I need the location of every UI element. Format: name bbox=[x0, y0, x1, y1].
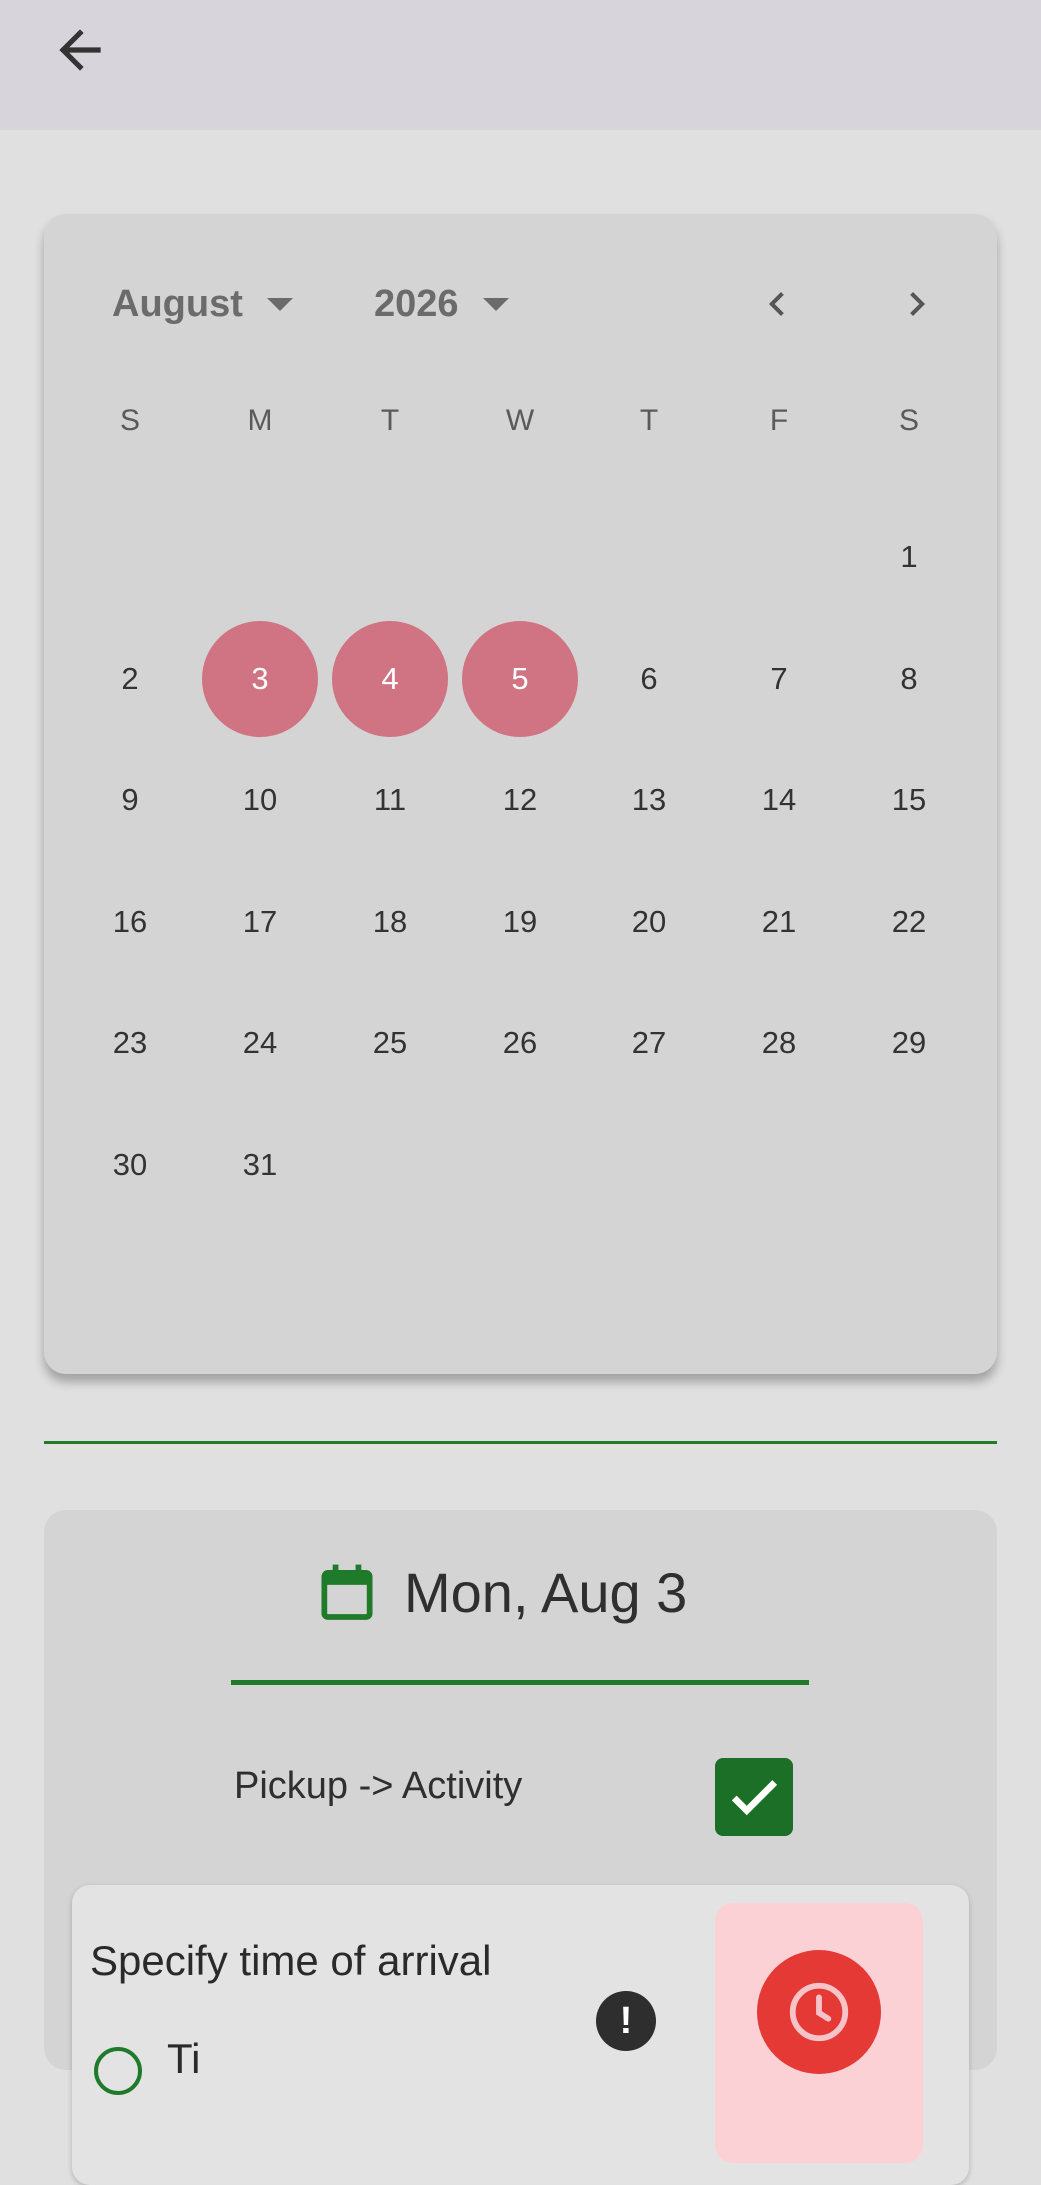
day-cell[interactable]: 20 bbox=[591, 864, 707, 980]
weekday-label: W bbox=[505, 404, 535, 437]
arrival-title: Specify time of arrival bbox=[90, 1937, 492, 1984]
day-cell[interactable]: 29 bbox=[851, 985, 967, 1101]
day-cell[interactable]: 6 bbox=[591, 621, 707, 737]
day-cell[interactable]: 3 bbox=[202, 620, 318, 737]
day-cell[interactable]: 21 bbox=[721, 864, 837, 980]
day-cell[interactable]: 10 bbox=[202, 742, 318, 858]
clock-icon bbox=[789, 1982, 849, 2042]
day-cell[interactable]: 19 bbox=[462, 864, 578, 980]
day-cell[interactable]: 26 bbox=[462, 985, 578, 1101]
weekday-label: T bbox=[639, 404, 659, 437]
day-cell[interactable]: 27 bbox=[591, 985, 707, 1101]
day-cell[interactable]: 17 bbox=[202, 864, 318, 980]
alert-icon: ! bbox=[596, 1991, 656, 2051]
clock-button[interactable] bbox=[757, 1950, 881, 2074]
pickup-checkbox[interactable] bbox=[715, 1758, 793, 1836]
day-cell[interactable]: 18 bbox=[332, 864, 448, 980]
pick-time-button[interactable] bbox=[715, 1903, 923, 2163]
day-cell[interactable]: 2 bbox=[72, 621, 188, 737]
selected-date-card: Mon, Aug 3 Pickup -> Activity Specify ti… bbox=[44, 1510, 997, 2185]
day-cell[interactable]: 30 bbox=[72, 1107, 188, 1223]
month-dropdown[interactable]: August bbox=[112, 262, 293, 346]
day-cell[interactable]: 5 bbox=[462, 620, 578, 737]
day-cell[interactable]: 7 bbox=[721, 621, 837, 737]
day-cell[interactable]: 11 bbox=[332, 742, 448, 858]
weekday-label: T bbox=[380, 404, 400, 437]
check-icon bbox=[731, 1780, 778, 1816]
caret-down-icon bbox=[482, 297, 509, 311]
arrow-left-icon bbox=[59, 29, 101, 71]
day-cell[interactable]: 1 bbox=[851, 499, 967, 615]
calendar-icon bbox=[321, 1564, 373, 1620]
arrival-time-card: Specify time of arrival Ti ! bbox=[72, 1885, 969, 2185]
time-option-label: Ti bbox=[167, 2035, 201, 2082]
day-cell[interactable]: 13 bbox=[591, 742, 707, 858]
next-month-button[interactable] bbox=[887, 272, 947, 336]
day-cell[interactable]: 23 bbox=[72, 985, 188, 1101]
weekday-label: S bbox=[898, 404, 919, 437]
day-cell[interactable]: 15 bbox=[851, 742, 967, 858]
day-cell[interactable]: 22 bbox=[851, 864, 967, 980]
day-cell[interactable]: 14 bbox=[721, 742, 837, 858]
date-header: Mon, Aug 3 bbox=[318, 1546, 687, 1638]
day-cell[interactable]: 24 bbox=[202, 985, 318, 1101]
day-cell[interactable]: 25 bbox=[332, 985, 448, 1101]
day-cell[interactable]: 9 bbox=[72, 742, 188, 858]
back-button[interactable] bbox=[40, 14, 120, 86]
date-underline bbox=[231, 1680, 809, 1685]
year-dropdown[interactable]: 2026 bbox=[374, 262, 509, 346]
weekday-label: F bbox=[769, 404, 789, 437]
weekday-label: S bbox=[119, 404, 140, 437]
chevron-left-icon bbox=[769, 292, 784, 316]
day-cell[interactable]: 4 bbox=[332, 620, 448, 737]
section-divider bbox=[44, 1441, 997, 1444]
calendar-card: August 2026 S M T W T F S 1 2 3 4 5 6 7 8 9 10 11 1… bbox=[44, 214, 997, 1374]
day-cell[interactable]: 16 bbox=[72, 864, 188, 980]
month-label: August bbox=[112, 282, 243, 325]
day-cell[interactable]: 31 bbox=[202, 1107, 318, 1223]
selected-date-text: Mon, Aug 3 bbox=[404, 1560, 688, 1624]
day-cell[interactable]: 8 bbox=[851, 621, 967, 737]
caret-down-icon bbox=[266, 297, 293, 311]
chevron-right-icon bbox=[910, 292, 925, 316]
weekday-label: M bbox=[247, 404, 273, 437]
app-bar bbox=[0, 0, 1041, 130]
day-cell[interactable]: 28 bbox=[721, 985, 837, 1101]
year-label: 2026 bbox=[374, 282, 459, 325]
prev-month-button[interactable] bbox=[747, 272, 807, 336]
day-cell[interactable]: 12 bbox=[462, 742, 578, 858]
pickup-label: Pickup -> Activity bbox=[234, 1765, 523, 1807]
time-radio[interactable] bbox=[94, 2047, 142, 2095]
